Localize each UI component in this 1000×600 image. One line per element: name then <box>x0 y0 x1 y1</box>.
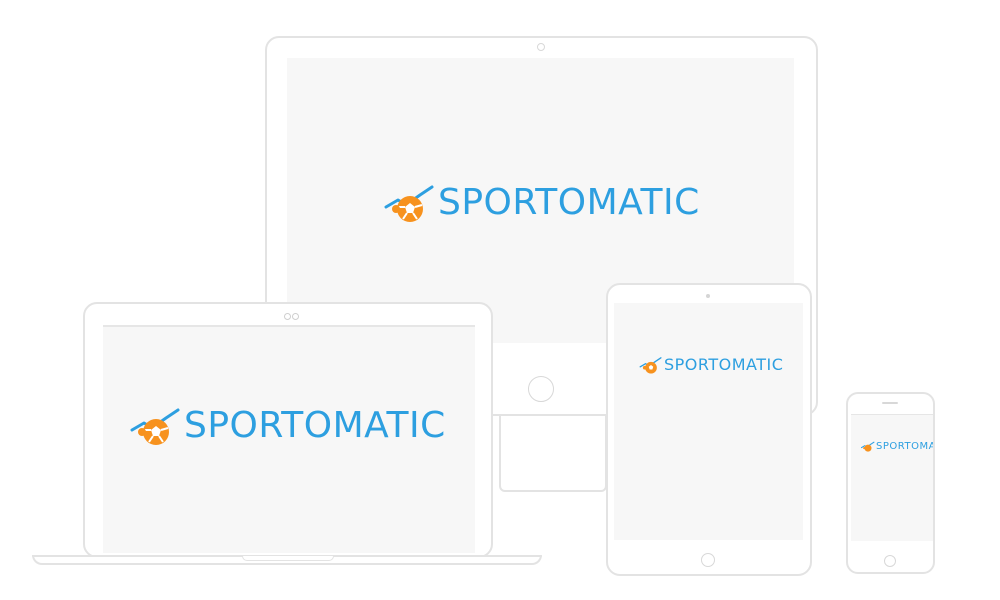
phone-screen <box>851 414 933 541</box>
phone-speaker-icon <box>882 402 898 404</box>
monitor-stand <box>499 414 607 492</box>
phone-home-button[interactable] <box>884 555 896 567</box>
phone-logo-text: SPORTOMATIC <box>876 441 933 452</box>
tablet-logo: SPORTOMATIC <box>639 355 783 374</box>
tablet-camera-icon <box>706 294 710 298</box>
soccer-ball-trend-icon <box>130 408 180 445</box>
soccer-ball-trend-icon <box>384 185 434 222</box>
soccer-ball-trend-icon <box>861 441 875 452</box>
phone-logo: SPORTOMATIC <box>861 441 933 452</box>
tablet-logo-text: SPORTOMATIC <box>664 355 784 374</box>
soccer-ball-trend-icon <box>639 356 662 374</box>
monitor-home-button[interactable] <box>528 376 554 402</box>
monitor-logo-text: SPORTOMATIC <box>438 182 700 223</box>
phone-logo-clip: SPORTOMATIC <box>851 440 933 462</box>
tablet-screen <box>614 303 803 540</box>
tablet-home-button[interactable] <box>701 553 715 567</box>
monitor-camera-icon <box>537 43 545 51</box>
laptop-logo-text: SPORTOMATIC <box>184 405 446 446</box>
monitor-logo: SPORTOMATIC <box>384 182 700 223</box>
laptop-camera-icon <box>284 313 299 320</box>
laptop-logo: SPORTOMATIC <box>130 405 446 446</box>
laptop-notch <box>242 556 334 561</box>
